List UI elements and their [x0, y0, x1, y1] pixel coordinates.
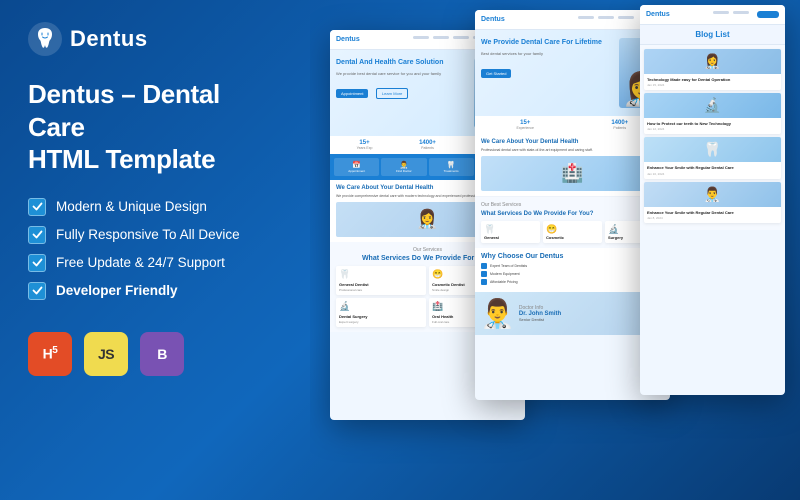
main-title: Dentus – Dental Care HTML Template — [28, 78, 282, 176]
check-icon-1 — [28, 198, 46, 216]
sc-hero-title: Dental And Health Care Solution — [336, 58, 470, 67]
sc-blog-card-2: 🔬 How to Protect our teeth to New Techno… — [644, 93, 781, 134]
sc-service-1: 📅 Appointment — [334, 158, 379, 176]
sc-blog-card-3: 🦷 Enhance Your Smile with Regular Dental… — [644, 137, 781, 178]
feature-label-3: Free Update & 24/7 Support — [56, 255, 225, 270]
sc-hero-btn2: Learn More — [376, 88, 408, 99]
feature-item-2: Fully Responsive To All Device — [28, 226, 282, 244]
sc-blog-card-1: 👩‍⚕️ Technology Made easy for Dental Ope… — [644, 49, 781, 90]
bootstrap-badge: B — [140, 332, 184, 376]
sc-service-3: 🦷 Treatments — [429, 158, 474, 176]
html5-badge: H5 — [28, 332, 72, 376]
feature-item-4: Developer Friendly — [28, 282, 282, 300]
check-icon-3 — [28, 254, 46, 272]
sc-mid-section-img: 🏥 — [481, 156, 664, 191]
sc-nav-link-2 — [433, 36, 449, 39]
feature-item-3: Free Update & 24/7 Support — [28, 254, 282, 272]
sc-blog-card-4: 👨‍⚕️ Enhance Your Smile with Regular Den… — [644, 182, 781, 223]
sc-blog-title: Blog List — [645, 30, 780, 39]
sc-blog-header: Blog List — [640, 25, 785, 45]
sc-blog-img-2: 🔬 — [644, 93, 781, 118]
screenshots-container: Dentus Dental And Health Care Solution W… — [310, 0, 800, 500]
brand-name: Dentus — [70, 26, 148, 52]
tech-badges: H5 JS B — [28, 332, 282, 376]
feature-label-2: Fully Responsive To All Device — [56, 227, 240, 242]
sc-hero-btn1: Appointment — [336, 89, 368, 98]
sc-service-2: 👨‍⚕️ Find Doctor — [381, 158, 426, 176]
sc-stat-1: 15+ Years Exp — [334, 140, 395, 150]
sc-service-card-1: 🦷 General Dentist Professional care — [336, 266, 426, 295]
sc-nav-link-3 — [453, 36, 469, 39]
sc-mid-hero-title: We Provide Dental Care For Lifetime — [481, 38, 615, 47]
sc-service-card-3: 🔬 Dental Surgery Expert surgery — [336, 298, 426, 327]
feature-item-1: Modern & Unique Design — [28, 198, 282, 216]
sc-nav-link-1 — [413, 36, 429, 39]
sc-blog-list: 👩‍⚕️ Technology Made easy for Dental Ope… — [640, 45, 785, 230]
sc-nav-logo: Dentus — [336, 36, 360, 43]
sc-hero-text: Dental And Health Care Solution We provi… — [336, 58, 470, 100]
javascript-badge: JS — [84, 332, 128, 376]
right-panel: Dentus Dental And Health Care Solution W… — [310, 0, 800, 500]
left-panel: Dentus Dentus – Dental Care HTML Templat… — [0, 0, 310, 500]
check-icon-2 — [28, 226, 46, 244]
screenshot-right: Dentus Blog List 👩‍⚕️ T — [640, 5, 785, 395]
sc-blog-img-1: 👩‍⚕️ — [644, 49, 781, 74]
sc-mid-section-title: We Care About Your Dental Health — [481, 139, 664, 145]
sc-hero-buttons: Appointment Learn More — [336, 82, 470, 100]
sc-blog-img-3: 🦷 — [644, 137, 781, 162]
dentus-logo-icon — [28, 22, 62, 56]
sc-mid-why-title: Why Choose Our Dentus — [481, 253, 664, 260]
logo-row: Dentus — [28, 22, 282, 56]
sc-blog-img-4: 👨‍⚕️ — [644, 182, 781, 207]
sc-right-nav: Dentus — [640, 5, 785, 25]
check-icon-4 — [28, 282, 46, 300]
feature-label-4: Developer Friendly — [56, 283, 178, 298]
sc-hero-sub: We provide best dental care service for … — [336, 71, 470, 77]
feature-list: Modern & Unique Design Fully Responsive … — [28, 198, 282, 300]
feature-label-1: Modern & Unique Design — [56, 199, 207, 214]
sc-stat-2: 1400+ Patients — [397, 140, 458, 150]
sc-mid-nav-logo: Dentus — [481, 16, 505, 23]
